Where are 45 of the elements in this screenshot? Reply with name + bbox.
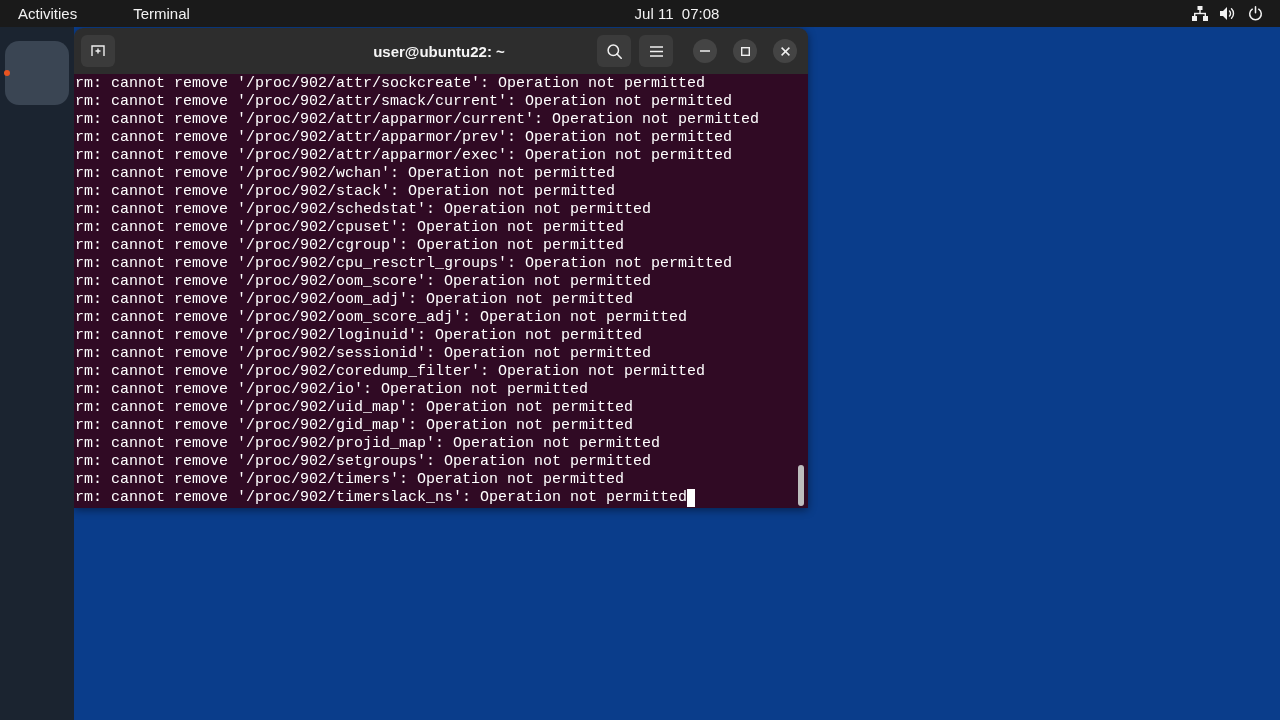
- terminal-line: rm: cannot remove '/proc/902/sessionid': Operation not permitted: [75, 345, 652, 362]
- new-tab-button[interactable]: [81, 35, 115, 67]
- terminal-line: rm: cannot remove '/proc/902/timerslack_ns': Operation not permitted: [75, 489, 688, 506]
- search-icon: [606, 43, 622, 59]
- terminal-line: rm: cannot remove '/proc/902/setgroups': Operation not permitted: [75, 453, 652, 470]
- dock-app-tile[interactable]: [5, 41, 69, 105]
- terminal-line: rm: cannot remove '/proc/902/stack': Operation not permitted: [75, 183, 616, 200]
- terminal-line: rm: cannot remove '/proc/902/cgroup': Operation not permitted: [75, 237, 625, 254]
- terminal-line: rm: cannot remove '/proc/902/projid_map': Operation not permitted: [75, 435, 661, 452]
- search-button[interactable]: [597, 35, 631, 67]
- terminal-line: rm: cannot remove '/proc/902/attr/apparmor/exec': Operation not permitted: [75, 147, 733, 164]
- terminal-line: rm: cannot remove '/proc/902/oom_adj': Operation not permitted: [75, 291, 634, 308]
- activities-button[interactable]: Activities: [18, 5, 78, 22]
- terminal-line: rm: cannot remove '/proc/902/cpuset': Operation not permitted: [75, 219, 625, 236]
- close-icon: [780, 46, 790, 56]
- terminal-line: rm: cannot remove '/proc/902/wchan': Operation not permitted: [75, 165, 616, 182]
- window-title: user@ubuntu22: ~: [373, 42, 505, 60]
- maximize-button[interactable]: [733, 39, 757, 63]
- terminal-line: rm: cannot remove '/proc/902/attr/sockcreate': Operation not permitted: [75, 75, 706, 92]
- terminal-line: rm: cannot remove '/proc/902/uid_map': Operation not permitted: [75, 399, 634, 416]
- terminal-line: rm: cannot remove '/proc/902/oom_score': Operation not permitted: [75, 273, 652, 290]
- app-menu[interactable]: Terminal: [133, 5, 190, 22]
- maximize-icon: [740, 46, 750, 56]
- new-tab-icon: [91, 45, 105, 57]
- terminal-line: rm: cannot remove '/proc/902/coredump_filter': Operation not permitted: [75, 363, 706, 380]
- close-button[interactable]: [773, 39, 797, 63]
- terminal-line: rm: cannot remove '/proc/902/timers': Operation not permitted: [75, 471, 625, 488]
- menu-button[interactable]: [639, 35, 673, 67]
- terminal-line: rm: cannot remove '/proc/902/cpu_resctrl_groups': Operation not permitted: [75, 255, 733, 272]
- terminal-line: rm: cannot remove '/proc/902/loginuid': Operation not permitted: [75, 327, 643, 344]
- terminal-line: rm: cannot remove '/proc/902/attr/apparmor/current': Operation not permitted: [75, 111, 760, 128]
- clock[interactable]: Jul 11 07:08: [634, 5, 720, 22]
- terminal-line: rm: cannot remove '/proc/902/schedstat': Operation not permitted: [75, 201, 652, 218]
- volume-icon[interactable]: [1220, 6, 1236, 21]
- terminal-line: rm: cannot remove '/proc/902/gid_map': Operation not permitted: [75, 417, 634, 434]
- terminal-line: rm: cannot remove '/proc/902/oom_score_adj': Operation not permitted: [75, 309, 688, 326]
- menu-icon: [649, 45, 663, 57]
- minimize-button[interactable]: [693, 39, 717, 63]
- network-icon[interactable]: [1192, 6, 1208, 21]
- scrollbar[interactable]: [798, 465, 804, 506]
- power-icon[interactable]: [1248, 6, 1263, 21]
- terminal-line: rm: cannot remove '/proc/902/attr/apparmor/prev': Operation not permitted: [75, 129, 733, 146]
- terminal-line: rm: cannot remove '/proc/902/io': Operation not permitted: [75, 381, 589, 398]
- minimize-icon: [700, 50, 710, 52]
- terminal-line: rm: cannot remove '/proc/902/attr/smack/current': Operation not permitted: [75, 93, 733, 110]
